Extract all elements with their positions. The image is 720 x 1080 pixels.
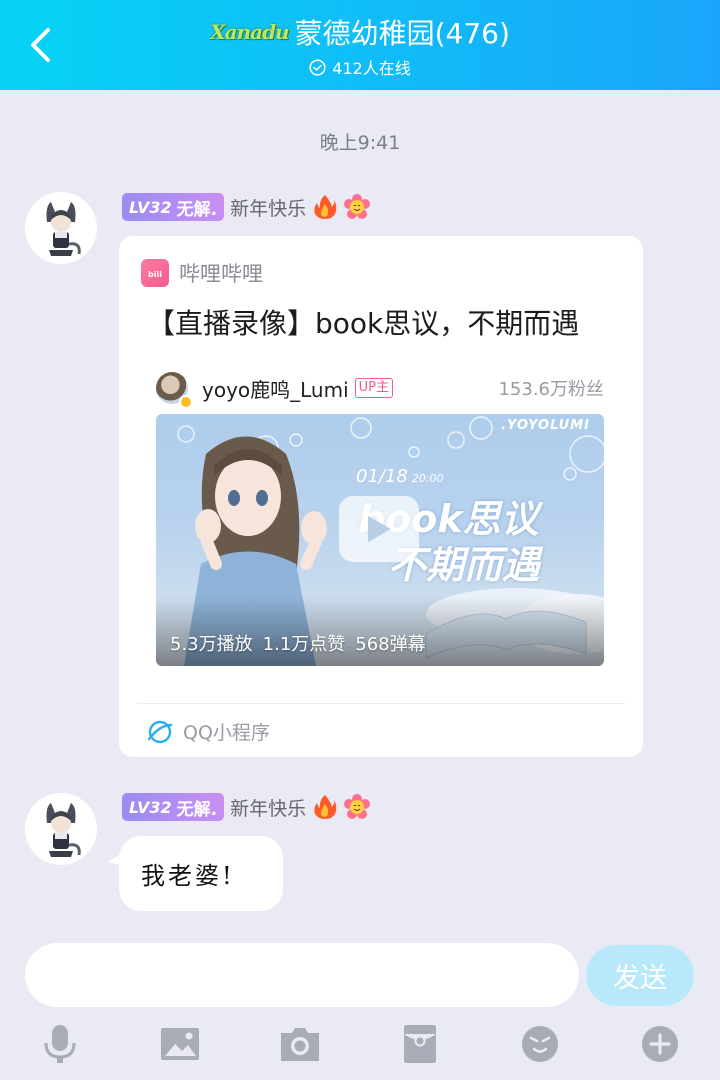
card-footer: QQ小程序 xyxy=(147,718,270,745)
plus-icon[interactable] xyxy=(638,1022,682,1066)
text-message-bubble[interactable]: 我老婆! xyxy=(119,836,283,911)
like-count: 1.1万点赞 xyxy=(262,634,346,655)
input-bar: 发送 xyxy=(0,930,720,1080)
message-input[interactable] xyxy=(25,943,579,1007)
check-circle-icon xyxy=(309,58,326,76)
chibi-character-avatar xyxy=(25,793,97,865)
avatar[interactable] xyxy=(25,793,97,865)
play-icon[interactable] xyxy=(339,496,419,562)
card-footer-label: QQ小程序 xyxy=(183,722,270,744)
fire-icon xyxy=(312,194,338,220)
bilibili-share-card[interactable]: bili 哔哩哔哩 【直播录像】book思议，不期而遇 yoyo鹿鸣_Lumi … xyxy=(119,236,643,757)
thumbnail-date: 01/18 20:00 xyxy=(356,466,444,487)
level-label: LV32 xyxy=(129,797,172,817)
card-title: 【直播录像】book思议，不期而遇 xyxy=(147,307,580,340)
sender-name[interactable]: 新年快乐 xyxy=(230,194,306,221)
chat-header: Xanadu 蒙德幼稚园(476) 412人在线 xyxy=(0,0,720,90)
group-logo: Xanadu xyxy=(210,20,290,44)
uploader-avatar xyxy=(156,372,193,409)
level-label: LV32 xyxy=(129,197,172,217)
thumbnail-date-day: 01/18 xyxy=(356,466,408,487)
sender-name[interactable]: 新年快乐 xyxy=(230,794,306,821)
online-status[interactable]: 412人在线 xyxy=(0,55,720,79)
group-title: 蒙德幼稚园(476) xyxy=(294,17,510,50)
up-tag: UP主 xyxy=(354,378,394,398)
video-thumbnail[interactable]: .YOYOLUMI 01/18 20:00 book思议 不期而遇 5.3万播放 … xyxy=(156,414,604,666)
fans-count: 153.6万粉丝 xyxy=(498,379,604,400)
thumbnail-date-time: 20:00 xyxy=(411,472,444,485)
red-packet-icon[interactable] xyxy=(398,1022,442,1066)
qq-mini-program-icon xyxy=(147,720,173,743)
group-title-row[interactable]: Xanadu 蒙德幼稚园(476) xyxy=(0,12,720,52)
emoji-icon[interactable] xyxy=(518,1022,562,1066)
camera-icon[interactable] xyxy=(278,1022,322,1066)
title-badge-label: 无解. xyxy=(176,199,218,220)
card-divider xyxy=(137,703,625,704)
verified-badge-icon xyxy=(179,395,193,409)
thumbnail-brand: .YOYOLUMI xyxy=(501,418,590,433)
uploader-name: yoyo鹿鸣_Lumi xyxy=(202,377,349,402)
flower-smile-icon xyxy=(344,194,371,220)
svg-text:bili: bili xyxy=(148,270,162,279)
danmaku-count: 568弹幕 xyxy=(355,634,426,655)
avatar[interactable] xyxy=(25,192,97,264)
sender-info: LV32 无解. 新年快乐 xyxy=(122,792,371,822)
online-count: 412人在线 xyxy=(332,59,411,78)
chibi-character-avatar xyxy=(25,192,97,264)
message-timestamp: 晚上9:41 xyxy=(319,132,401,154)
fire-icon xyxy=(312,794,338,820)
level-badge[interactable]: LV32 无解. xyxy=(122,793,225,821)
uploader-row: yoyo鹿鸣_Lumi UP主 153.6万粉丝 xyxy=(156,370,604,409)
toolbar xyxy=(0,1022,720,1066)
card-source-label: 哔哩哔哩 xyxy=(179,262,263,286)
play-count: 5.3万播放 xyxy=(170,634,253,655)
video-stats: 5.3万播放 1.1万点赞 568弹幕 xyxy=(170,630,426,656)
bilibili-logo-icon: bili xyxy=(141,259,169,287)
level-badge[interactable]: LV32 无解. xyxy=(122,193,225,221)
card-source: bili 哔哩哔哩 xyxy=(141,258,263,288)
flower-smile-icon xyxy=(344,794,371,820)
title-badge-label: 无解. xyxy=(176,799,218,820)
microphone-icon[interactable] xyxy=(38,1022,82,1066)
sender-info: LV32 无解. 新年快乐 xyxy=(122,192,371,222)
image-icon[interactable] xyxy=(158,1022,202,1066)
send-button[interactable]: 发送 xyxy=(586,945,694,1006)
